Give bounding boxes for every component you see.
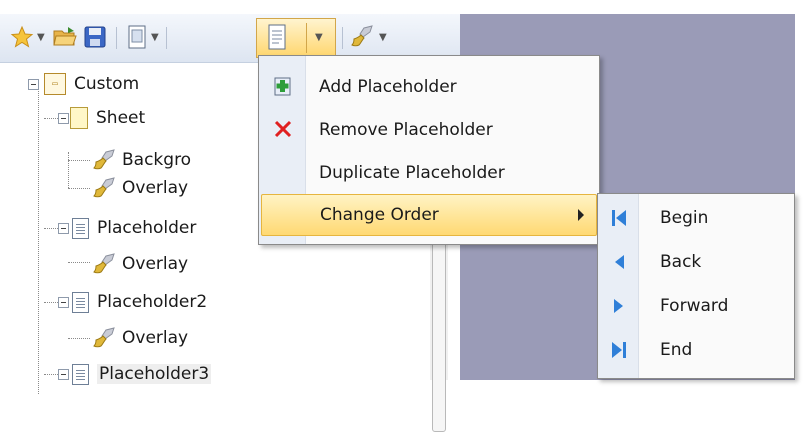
- menu-item-change-order[interactable]: Change Order: [261, 194, 597, 236]
- tree-node-placeholder[interactable]: Placeholder: [72, 211, 196, 245]
- tree-connector: [68, 338, 90, 339]
- submenu-item-label: Forward: [660, 296, 729, 316]
- tree-connector: [68, 160, 90, 161]
- add-placeholder-icon: [273, 76, 293, 96]
- brush-dropdown-button[interactable]: ▼: [350, 22, 387, 52]
- brush-icon: [93, 327, 115, 348]
- skip-to-end-icon: [612, 342, 626, 358]
- submenu-item-back[interactable]: Back: [598, 240, 794, 284]
- tree-node-overlay[interactable]: Overlay: [92, 247, 188, 281]
- tree-node-placeholder2[interactable]: Placeholder2: [72, 285, 207, 319]
- save-disk-icon: [84, 26, 106, 48]
- brush-icon: [351, 25, 373, 47]
- tree-node-label: Overlay: [122, 178, 189, 198]
- tree-node-label: Overlay: [122, 328, 189, 348]
- tree-node-sheet[interactable]: Sheet: [70, 101, 145, 135]
- menu-item-add-placeholder[interactable]: Add Placeholder: [259, 66, 599, 108]
- tree-connector: [68, 152, 69, 188]
- save-button[interactable]: [84, 22, 106, 52]
- brush-icon: [93, 253, 115, 274]
- tree-node-label: Placeholder2: [97, 292, 208, 312]
- star-icon: [10, 25, 34, 48]
- menu-item-label: Add Placeholder: [319, 77, 457, 97]
- menu-item-label: Duplicate Placeholder: [319, 163, 505, 183]
- submenu-item-label: Begin: [660, 208, 709, 228]
- page-dropdown-button[interactable]: ▼: [126, 22, 159, 52]
- collapse-toggle[interactable]: [58, 113, 69, 124]
- submenu-arrow-icon: [578, 209, 584, 221]
- page-icon: [72, 217, 89, 239]
- sheet-icon: [70, 107, 88, 129]
- collapse-toggle[interactable]: [58, 223, 69, 234]
- toolbar-separator: [342, 27, 343, 49]
- menu-item-duplicate-placeholder[interactable]: Duplicate Placeholder: [259, 152, 599, 194]
- tree-node-label: Placeholder3: [97, 364, 212, 384]
- collapse-toggle[interactable]: [58, 297, 69, 308]
- document-icon: [268, 24, 286, 50]
- menu-item-label: Remove Placeholder: [319, 120, 493, 140]
- remove-x-icon: [273, 119, 293, 139]
- tree-connector: [38, 84, 39, 394]
- submenu-item-forward[interactable]: Forward: [598, 284, 794, 328]
- tree-node-overlay[interactable]: Overlay: [92, 321, 188, 355]
- tree-node-label: Custom: [74, 74, 140, 94]
- right-border: [795, 14, 805, 380]
- tree-node-placeholder3[interactable]: Placeholder3: [72, 357, 212, 391]
- placeholder-button-icon-wrap: [266, 22, 288, 52]
- placeholder-dropdown-arrow[interactable]: ▼: [312, 22, 323, 52]
- chevron-down-icon: ▼: [151, 31, 159, 43]
- submenu-item-begin[interactable]: Begin: [598, 196, 794, 240]
- menu-item-remove-placeholder[interactable]: Remove Placeholder: [259, 109, 599, 151]
- tree-node-label: Backgro: [122, 150, 192, 170]
- open-folder-icon: [53, 27, 77, 46]
- chevron-down-icon: ▼: [37, 31, 45, 43]
- chevron-down-icon: ▼: [315, 31, 323, 43]
- tree-node-overlay[interactable]: Overlay: [92, 171, 188, 205]
- tree-connector: [68, 262, 90, 263]
- tree-connector: [68, 188, 90, 189]
- open-button[interactable]: [52, 22, 78, 52]
- placeholder-menu: Add Placeholder Remove Placeholder Dupli…: [258, 55, 600, 245]
- submenu-item-label: Back: [660, 252, 702, 272]
- brush-icon: [93, 177, 115, 198]
- page-icon: [128, 25, 146, 49]
- page-icon: [72, 363, 89, 385]
- favorites-button[interactable]: ▼: [10, 22, 45, 52]
- menu-item-label: Change Order: [320, 205, 439, 225]
- brush-icon: [93, 149, 115, 170]
- skip-to-start-icon: [612, 210, 626, 226]
- toolbar-separator: [166, 27, 167, 49]
- collapse-toggle[interactable]: [28, 79, 39, 90]
- step-back-icon: [615, 255, 624, 269]
- page-icon: [72, 291, 89, 313]
- submenu-item-label: End: [660, 340, 693, 360]
- tree-node-custom[interactable]: ▭ Custom: [44, 67, 139, 101]
- split-divider: [306, 23, 307, 53]
- tree-node-label: Sheet: [96, 108, 146, 128]
- change-order-submenu: Begin Back Forward End: [597, 193, 795, 379]
- custom-layout-icon: ▭: [44, 73, 66, 95]
- step-forward-icon: [614, 299, 623, 313]
- submenu-item-end[interactable]: End: [598, 328, 794, 372]
- tree-node-label: Placeholder: [97, 218, 197, 238]
- top-border: [0, 0, 805, 14]
- toolbar-separator: [116, 27, 117, 49]
- chevron-down-icon: ▼: [379, 31, 387, 43]
- collapse-toggle[interactable]: [58, 369, 69, 380]
- tree-node-label: Overlay: [122, 254, 189, 274]
